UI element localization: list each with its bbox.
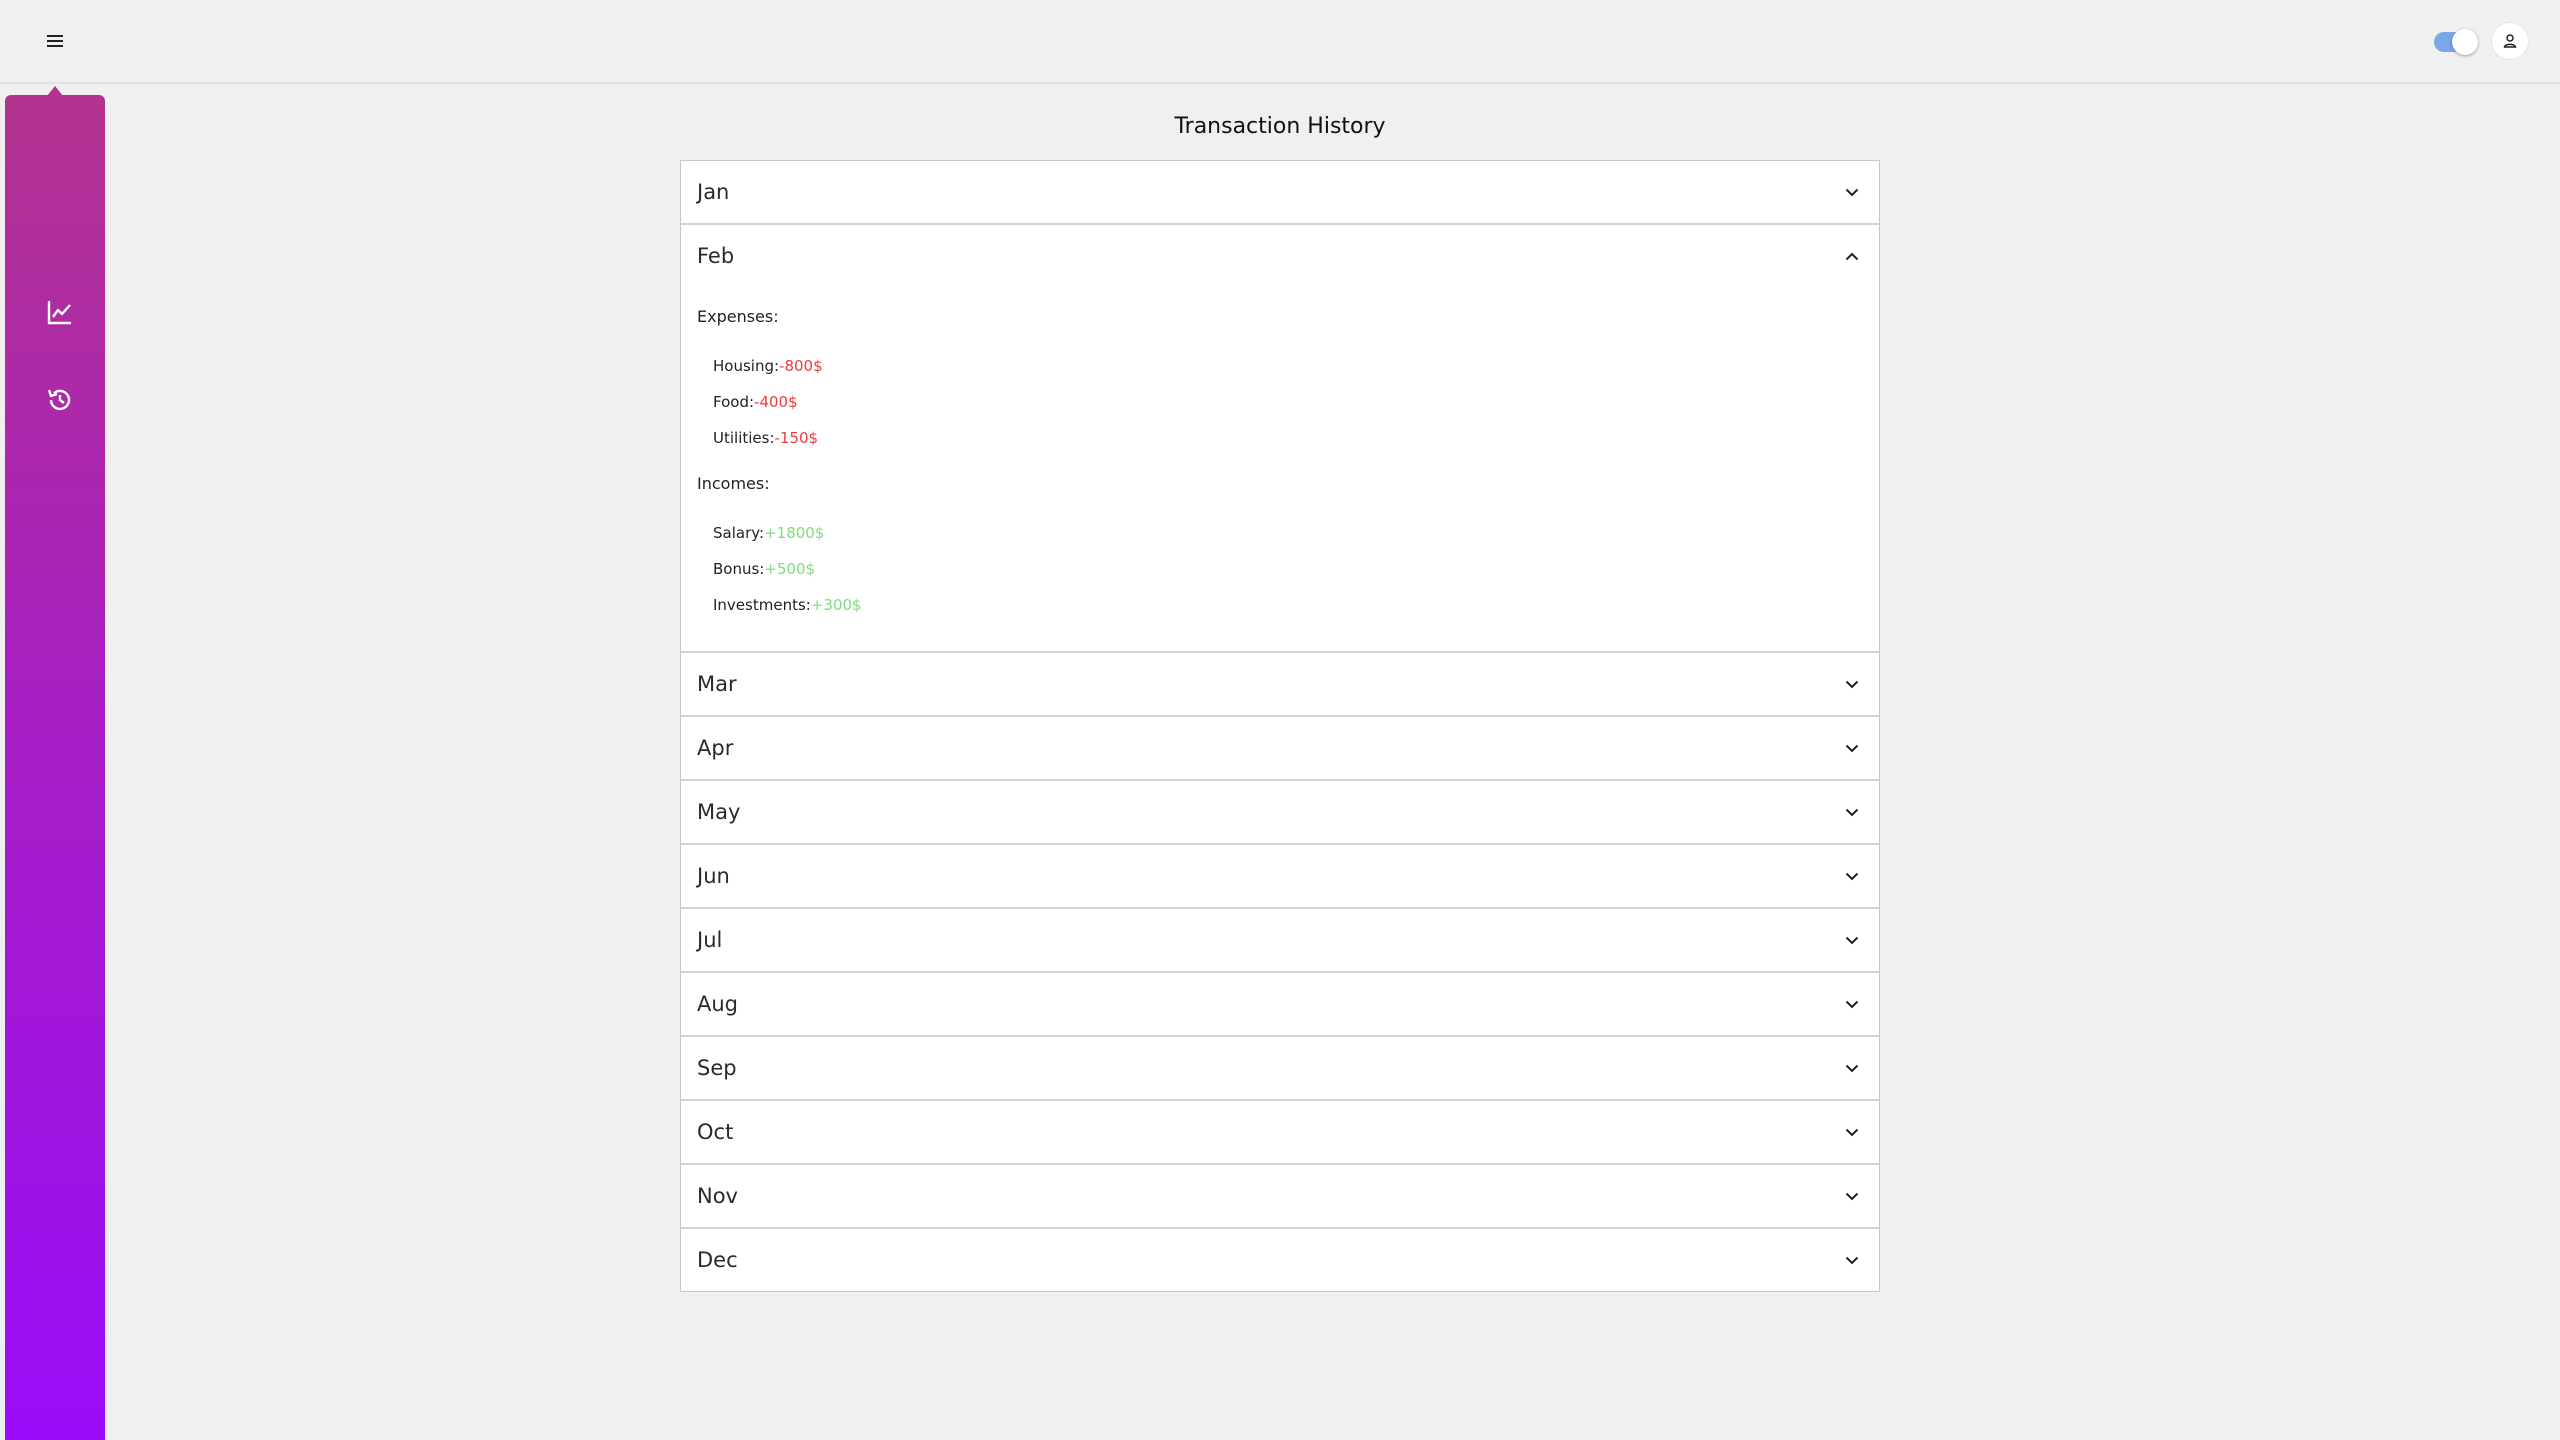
chevron-down-icon <box>1843 1059 1861 1077</box>
accordion-body-feb: Expenses: Housing:-800$ Food:-400$ Utili… <box>681 287 1879 651</box>
accordion-item-jul: Jul <box>681 909 1879 973</box>
month-label: Sep <box>697 1056 737 1080</box>
month-label: Jan <box>697 180 730 204</box>
accordion-item-jun: Jun <box>681 845 1879 909</box>
expense-amount: -400$ <box>754 393 798 411</box>
accordion-item-oct: Oct <box>681 1101 1879 1165</box>
expense-name: Housing: <box>713 357 780 375</box>
accordion-header-nov[interactable]: Nov <box>681 1165 1879 1227</box>
chevron-down-icon <box>1843 995 1861 1013</box>
chevron-down-icon <box>1843 1187 1861 1205</box>
expense-amount: -150$ <box>774 429 819 447</box>
expense-item: Food:-400$ <box>713 384 1863 420</box>
month-label: May <box>697 800 741 824</box>
expenses-title: Expenses: <box>697 307 779 326</box>
accordion-item-mar: Mar <box>681 653 1879 717</box>
accordion-item-may: May <box>681 781 1879 845</box>
theme-toggle[interactable] <box>2434 29 2478 55</box>
hamburger-menu-icon[interactable] <box>40 26 70 56</box>
income-name: Salary: <box>713 524 765 542</box>
month-label: Mar <box>697 672 737 696</box>
month-label: Aug <box>697 992 739 1016</box>
income-item: Bonus:+500$ <box>713 551 1863 587</box>
accordion-item-jan: Jan <box>681 161 1879 225</box>
accordion-item-feb: Feb Expenses: Housing:-800$ Food:-400$ U… <box>681 225 1879 653</box>
income-item: Investments:+300$ <box>713 587 1863 623</box>
accordion-header-may[interactable]: May <box>681 781 1879 843</box>
accordion-item-apr: Apr <box>681 717 1879 781</box>
chevron-up-icon <box>1843 247 1861 265</box>
expense-amount: -800$ <box>779 357 823 375</box>
incomes-title: Incomes: <box>697 474 770 493</box>
chevron-down-icon <box>1843 675 1861 693</box>
user-icon[interactable] <box>2492 23 2528 59</box>
accordion-header-oct[interactable]: Oct <box>681 1101 1879 1163</box>
accordion-item-nov: Nov <box>681 1165 1879 1229</box>
chevron-down-icon <box>1843 1123 1861 1141</box>
accordion-item-aug: Aug <box>681 973 1879 1037</box>
expense-name: Food: <box>713 393 755 411</box>
chevron-down-icon <box>1843 183 1861 201</box>
history-icon[interactable] <box>42 382 78 418</box>
month-label: Feb <box>697 244 735 268</box>
months-accordion: Jan Feb Expenses: Housing:-800$ Food:-40… <box>680 160 1880 1292</box>
month-label: Jul <box>697 928 723 952</box>
accordion-item-sep: Sep <box>681 1037 1879 1101</box>
accordion-item-dec: Dec <box>681 1229 1879 1291</box>
accordion-header-mar[interactable]: Mar <box>681 653 1879 715</box>
accordion-header-jul[interactable]: Jul <box>681 909 1879 971</box>
accordion-header-jan[interactable]: Jan <box>681 161 1879 223</box>
expense-item: Housing:-800$ <box>713 348 1863 384</box>
accordion-header-jun[interactable]: Jun <box>681 845 1879 907</box>
month-label: Jun <box>697 864 730 888</box>
accordion-header-sep[interactable]: Sep <box>681 1037 1879 1099</box>
chevron-down-icon <box>1843 803 1861 821</box>
page-title: Transaction History <box>1174 114 1386 139</box>
income-name: Bonus: <box>713 560 765 578</box>
expense-item: Utilities:-150$ <box>713 420 1863 456</box>
income-name: Investments: <box>713 596 811 614</box>
sidebar <box>5 95 105 1440</box>
month-label: Nov <box>697 1184 738 1208</box>
chevron-down-icon <box>1843 739 1861 757</box>
chevron-down-icon <box>1843 931 1861 949</box>
chevron-down-icon <box>1843 867 1861 885</box>
month-label: Apr <box>697 736 734 760</box>
income-amount: +300$ <box>810 596 862 614</box>
top-bar <box>0 0 2560 84</box>
chevron-down-icon <box>1843 1251 1861 1269</box>
accordion-header-aug[interactable]: Aug <box>681 973 1879 1035</box>
expense-name: Utilities: <box>713 429 775 447</box>
income-amount: +500$ <box>764 560 816 578</box>
chart-line-icon[interactable] <box>42 294 78 330</box>
income-amount: +1800$ <box>764 524 825 542</box>
month-label: Dec <box>697 1248 738 1272</box>
accordion-header-dec[interactable]: Dec <box>681 1229 1879 1291</box>
accordion-header-apr[interactable]: Apr <box>681 717 1879 779</box>
income-item: Salary:+1800$ <box>713 515 1863 551</box>
toggle-knob <box>2452 29 2478 55</box>
month-label: Oct <box>697 1120 734 1144</box>
accordion-header-feb[interactable]: Feb <box>681 225 1879 287</box>
